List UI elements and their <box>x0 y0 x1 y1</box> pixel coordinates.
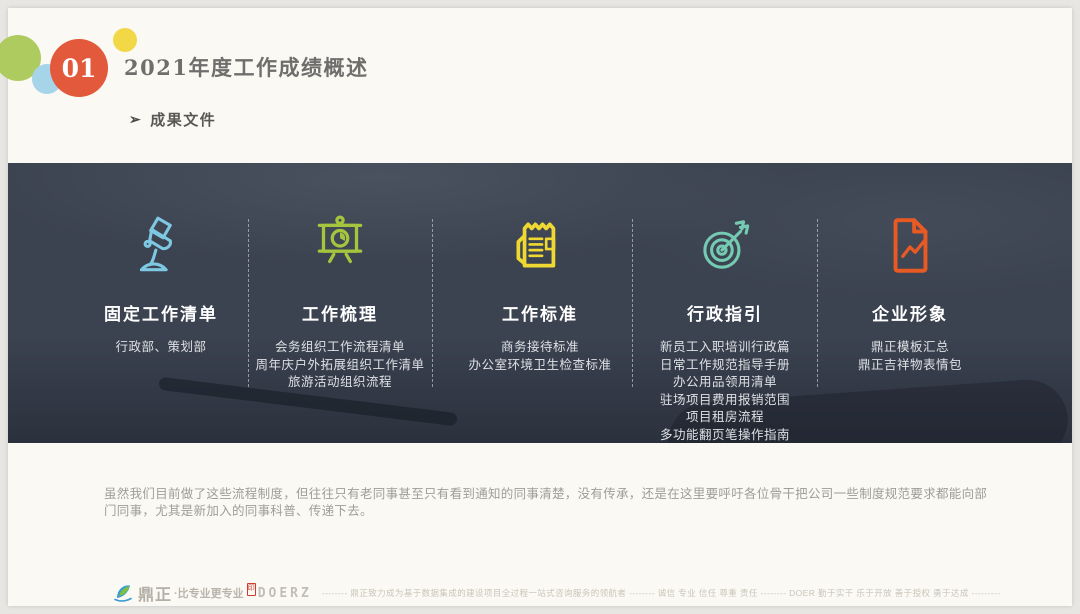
screenshot-canvas: 01 2021年度工作成绩概述 ➢ 成果文件 固定工作清单行政部、策划部工作梳理… <box>0 0 1080 614</box>
column-item: 行政部、策划部 <box>66 339 256 357</box>
column-item: 鼎正模板汇总 <box>815 339 1005 357</box>
column-title: 工作标准 <box>445 300 635 325</box>
target-dart-icon <box>692 213 758 281</box>
presentation-chart-icon <box>307 213 373 281</box>
brand-logo-icon <box>112 582 134 604</box>
column-item: 驻场项目费用报销范围 <box>630 392 820 410</box>
page-title: 2021年度工作成绩概述 <box>124 52 368 82</box>
column-item-list: 鼎正模板汇总鼎正吉祥物表情包 <box>815 339 1005 374</box>
brand-name-en: DOERZ <box>258 586 312 601</box>
showcase-column: 企业形象鼎正模板汇总鼎正吉祥物表情包 <box>815 213 1005 374</box>
slide: 01 2021年度工作成绩概述 ➢ 成果文件 固定工作清单行政部、策划部工作梳理… <box>8 8 1072 606</box>
section-number-badge: 01 <box>50 39 108 97</box>
column-item: 会务组织工作流程清单 <box>245 339 435 357</box>
column-item: 办公用品领用清单 <box>630 374 820 392</box>
showcase-band: 固定工作清单行政部、策划部工作梳理会务组织工作流程清单周年庆户外拓展组织工作清单… <box>8 163 1072 443</box>
column-title: 工作梳理 <box>245 300 435 325</box>
showcase-column: 工作标准商务接待标准办公室环境卫生检查标准 <box>445 213 635 374</box>
column-item: 日常工作规范指导手册 <box>630 357 820 375</box>
column-item-list: 会务组织工作流程清单周年庆户外拓展组织工作清单旅游活动组织流程 <box>245 339 435 392</box>
newspaper-icon <box>507 213 573 281</box>
brand-name-cn: 鼎正 <box>138 581 172 605</box>
column-item: 鼎正吉祥物表情包 <box>815 357 1005 375</box>
section-heading: ➢ 成果文件 <box>129 109 216 130</box>
section-heading-label: 成果文件 <box>150 109 216 130</box>
column-item-list: 商务接待标准办公室环境卫生检查标准 <box>445 339 635 374</box>
brand-tagline: ·比专业更专业 <box>174 585 244 601</box>
desk-lamp-icon <box>128 213 194 281</box>
brand-seal-icon: 印 <box>247 583 256 596</box>
column-item: 多功能翻页笔操作指南 <box>630 427 820 444</box>
column-item: 新员工入职培训行政篇 <box>630 339 820 357</box>
showcase-column: 固定工作清单行政部、策划部 <box>66 213 256 357</box>
column-item-list: 行政部、策划部 <box>66 339 256 357</box>
column-item: 周年庆户外拓展组织工作清单 <box>245 357 435 375</box>
summary-paragraph: 虽然我们目前做了这些流程制度，但往往只有老同事甚至只有看到通知的同事清楚，没有传… <box>104 486 998 520</box>
column-item: 旅游活动组织流程 <box>245 374 435 392</box>
column-title: 行政指引 <box>630 300 820 325</box>
decor-circle-yellow <box>113 28 137 52</box>
footer-slogan: -------- 鼎正致力成为基于数据集成的建设项目全过程一站式咨询服务的领航者… <box>322 587 1001 599</box>
showcase-column: 行政指引新员工入职培训行政篇日常工作规范指导手册办公用品领用清单驻场项目费用报销… <box>630 213 820 443</box>
column-item-list: 新员工入职培训行政篇日常工作规范指导手册办公用品领用清单驻场项目费用报销范围项目… <box>630 339 820 443</box>
showcase-column: 工作梳理会务组织工作流程清单周年庆户外拓展组织工作清单旅游活动组织流程 <box>245 213 435 392</box>
document-chart-icon <box>877 213 943 281</box>
slide-footer: 鼎正 ·比专业更专业 印 DOERZ -------- 鼎正致力成为基于数据集成… <box>112 580 992 606</box>
column-item: 项目租房流程 <box>630 409 820 427</box>
arrow-marker-icon: ➢ <box>129 111 142 128</box>
column-title: 固定工作清单 <box>66 300 256 325</box>
column-item: 商务接待标准 <box>445 339 635 357</box>
column-item: 办公室环境卫生检查标准 <box>445 357 635 375</box>
column-title: 企业形象 <box>815 300 1005 325</box>
